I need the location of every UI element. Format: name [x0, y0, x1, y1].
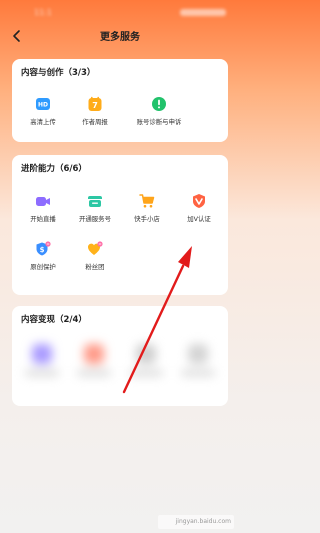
section-title: 内容与创作（3/3）: [21, 68, 96, 78]
blurred-label: [25, 370, 59, 376]
service-bubble-icon: [88, 196, 102, 207]
blurred-label: [181, 370, 215, 376]
calendar-seven-icon: 7: [88, 96, 102, 111]
section-content-creation: 内容与创作（3/3） HD 高清上传 7 作者周报 账号诊断与申诉: [12, 59, 228, 142]
service-kuaishou-shop[interactable]: 快手小店: [120, 193, 174, 233]
section-title: 内容变现（2/4）: [21, 315, 87, 325]
shopping-cart-icon: [139, 194, 155, 208]
shield-dollar-icon: $: [36, 241, 51, 256]
blurred-label: [77, 370, 111, 376]
service-label: 加V认证: [187, 215, 211, 223]
service-label: 粉丝团: [85, 263, 105, 271]
page-title: 更多服务: [100, 32, 140, 43]
status-time: 11:1: [34, 8, 52, 17]
hd-icon: HD: [36, 98, 50, 110]
exclamation-icon: [152, 97, 166, 111]
blurred-service-item[interactable]: [72, 344, 116, 384]
blurred-icon: [188, 344, 208, 364]
section-advanced-abilities: 进阶能力（6/6） 开始直播 开通服务号 快手小店 加V认证 $ 原创保护 粉丝…: [12, 155, 228, 295]
svg-text:$: $: [40, 246, 45, 254]
service-hd-upload[interactable]: HD 高清上传: [16, 96, 70, 136]
service-open-service-account[interactable]: 开通服务号: [68, 193, 122, 233]
service-original-protection[interactable]: $ 原创保护: [16, 241, 70, 281]
blurred-icon: [84, 344, 104, 364]
status-icons: [180, 9, 226, 16]
nav-header: 更多服务: [0, 24, 240, 50]
heart-fan-icon: [88, 241, 103, 255]
blurred-label: [129, 370, 163, 376]
blurred-service-item[interactable]: [176, 344, 220, 384]
section-content-monetization: 内容变现（2/4）: [12, 306, 228, 406]
blurred-icon: [136, 344, 156, 364]
service-label: 账号诊断与申诉: [136, 118, 182, 126]
svg-text:HD: HD: [38, 102, 48, 109]
watermark: jingyan.baidu.com: [158, 515, 234, 529]
verified-v-icon: [193, 194, 205, 208]
section-title: 进阶能力（6/6）: [21, 164, 87, 174]
service-label: 作者周报: [82, 118, 108, 126]
service-v-verification[interactable]: 加V认证: [172, 193, 226, 233]
service-start-live[interactable]: 开始直播: [16, 193, 70, 233]
status-bar: 11:1: [0, 0, 240, 24]
blurred-service-item[interactable]: [124, 344, 168, 384]
svg-text:7: 7: [92, 101, 98, 110]
service-account-diagnosis[interactable]: 账号诊断与申诉: [132, 96, 186, 136]
service-fan-group[interactable]: 粉丝团: [68, 241, 122, 281]
blurred-service-item[interactable]: [20, 344, 64, 384]
video-camera-icon: [36, 197, 50, 206]
service-author-weekly[interactable]: 7 作者周报: [68, 96, 122, 136]
blurred-icon: [32, 344, 52, 364]
